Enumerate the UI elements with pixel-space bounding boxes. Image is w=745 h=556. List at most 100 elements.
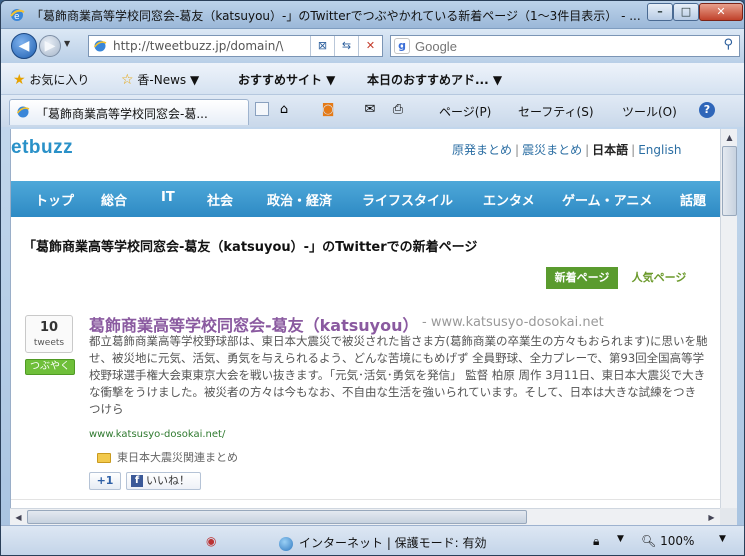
separator: | <box>515 143 520 157</box>
refresh-icon[interactable]: ⇆ <box>334 36 358 56</box>
privacy-icon[interactable]: ◉ <box>206 534 216 548</box>
scroll-left-icon[interactable]: ◀ <box>10 509 27 526</box>
tab-page-icon <box>16 106 30 118</box>
category-politics[interactable]: 政治・経済 <box>267 190 332 209</box>
separator: | <box>631 143 636 157</box>
vertical-scroll-thumb[interactable] <box>722 146 737 216</box>
rss-icon[interactable]: ◙ <box>319 101 337 119</box>
star-icon: ★ <box>13 72 26 88</box>
category-society[interactable]: 社会 <box>207 190 233 209</box>
category-game-anime[interactable]: ゲーム・アニメ <box>562 190 652 209</box>
search-icon[interactable]: ⚲ <box>723 37 733 52</box>
globe-icon <box>279 536 293 551</box>
entry-divider <box>11 499 720 500</box>
horizontal-scrollbar[interactable]: ◀ ▶ <box>10 508 720 525</box>
category-entertainment[interactable]: エンタメ <box>483 190 535 209</box>
tweet-count: 10 <box>39 320 59 335</box>
category-topics[interactable]: 話題 <box>680 190 706 209</box>
separator: | <box>585 143 590 157</box>
recent-pages-dropdown[interactable]: ▼ <box>64 39 70 48</box>
site-logo[interactable]: etbuzz <box>11 137 73 159</box>
maximize-icon: □ <box>680 5 692 18</box>
entry-tag[interactable]: 東日本大震災関連まとめ <box>97 449 238 465</box>
search-box[interactable]: g ⚲ <box>390 35 740 57</box>
fav-item-label: 本日のおすすめアド... ▼ <box>367 73 503 87</box>
maximize-button[interactable]: □ <box>673 3 699 21</box>
security-zone[interactable]: インターネット | 保護モード: 有効 <box>279 534 487 551</box>
page-content: etbuzz 原発まとめ | 震災まとめ | 日本語 | English トップ 総合 IT… <box>10 129 720 508</box>
folder-icon <box>97 453 111 463</box>
category-nav: トップ 総合 IT 社会 政治・経済 ライフスタイル エンタメ ゲーム・アニメ … <box>11 181 720 217</box>
mail-icon[interactable]: ✉ <box>361 101 379 119</box>
tweet-count-unit: tweets <box>33 338 65 348</box>
fav-item-label: おすすめサイト ▼ <box>238 73 336 87</box>
lang-english[interactable]: English <box>638 143 681 157</box>
google-plus-one-button[interactable]: +1 <box>89 472 121 490</box>
svg-text:e: e <box>14 12 20 22</box>
back-arrow-icon: ◀ <box>18 38 30 54</box>
stop-icon[interactable]: ✕ <box>358 36 382 56</box>
fav-item-recommended[interactable]: おすすめサイト ▼ <box>238 71 335 88</box>
fav-item-label: 香-News ▼ <box>137 73 200 87</box>
window-title: 「葛飾商業高等学校同窓会-葛友（katsuyou）-」のTwitterでつぶやか… <box>31 9 641 23</box>
new-tab-button[interactable] <box>255 102 269 116</box>
tools-menu[interactable]: ツール(O) <box>622 103 677 120</box>
favorites-button[interactable]: ★ お気に入り <box>13 71 89 88</box>
entry-description: 都立葛飾商業高等学校野球部は、東日本大震災で被災された皆さま方(葛飾商業の卒業生… <box>89 334 708 416</box>
entry-source-url[interactable]: www.katsusyo-dosokai.net/ <box>89 429 225 440</box>
page-icon <box>93 40 107 52</box>
zoom-dropdown[interactable]: ▼ <box>719 534 726 544</box>
tab-popular-pages[interactable]: 人気ページ <box>623 267 695 289</box>
minimize-icon: – <box>657 5 663 18</box>
favorites-bar: ★ お気に入り ☆ 香-News ▼ おすすめサイト ▼ 本日のおすすめアド..… <box>1 63 744 95</box>
entry-tag-label: 東日本大震災関連まとめ <box>117 451 238 464</box>
close-button[interactable]: ✕ <box>699 3 743 21</box>
print-icon[interactable]: ⎙ <box>389 101 407 119</box>
lock-icon[interactable]: 🔒︎ <box>593 534 599 549</box>
vertical-scrollbar[interactable]: ▲ <box>720 129 737 508</box>
scroll-up-icon[interactable]: ▲ <box>721 129 738 146</box>
tweet-button[interactable]: つぶやく <box>25 359 75 375</box>
horizontal-scroll-thumb[interactable] <box>27 510 527 524</box>
zoom-control[interactable]: 🔍︎ 100% <box>641 534 694 548</box>
navigation-bar: ◀ ▶ ▼ http://tweetbuzz.jp/domain/\ ⊠ ⇆ ✕… <box>1 29 744 63</box>
link-quake-recap[interactable]: 震災まとめ <box>522 143 582 157</box>
tab-new-pages[interactable]: 新着ページ <box>546 267 618 289</box>
compat-view-icon[interactable]: ⊠ <box>310 36 334 56</box>
scroll-right-icon[interactable]: ▶ <box>703 509 720 526</box>
page-menu[interactable]: ページ(P) <box>439 103 491 120</box>
help-icon[interactable]: ? <box>699 102 715 118</box>
favorites-label: お気に入り <box>29 73 90 87</box>
add-favorite-icon: ☆ <box>121 72 134 88</box>
fav-item-news[interactable]: ☆ 香-News ▼ <box>121 71 199 88</box>
forward-arrow-icon: ▶ <box>44 38 56 54</box>
link-nuclear-recap[interactable]: 原発まとめ <box>452 143 512 157</box>
forward-button[interactable]: ▶ <box>39 35 61 57</box>
close-icon: ✕ <box>716 5 726 18</box>
search-input[interactable] <box>415 38 675 54</box>
minimize-button[interactable]: – <box>647 3 673 21</box>
ie-icon: e <box>10 9 25 22</box>
top-links: 原発まとめ | 震災まとめ | 日本語 | English <box>452 141 682 158</box>
facebook-like-button[interactable]: f いいね！ <box>126 472 201 490</box>
protected-mode-dropdown[interactable]: ▼ <box>617 534 624 544</box>
lang-japanese: 日本語 <box>592 143 629 157</box>
home-icon[interactable]: ⌂ <box>275 101 293 119</box>
tweet-counter[interactable]: 10 tweets <box>25 315 73 353</box>
url-text[interactable]: http://tweetbuzz.jp/domain/\ <box>113 39 313 53</box>
category-top[interactable]: トップ <box>35 190 74 209</box>
category-general[interactable]: 総合 <box>101 190 127 209</box>
fav-item-today[interactable]: 本日のおすすめアド... ▼ <box>367 71 502 88</box>
back-button[interactable]: ◀ <box>11 33 37 59</box>
title-bar: e 「葛飾商業高等学校同窓会-葛友（katsuyou）-」のTwitterでつぶ… <box>1 1 744 29</box>
zoom-level: 100% <box>660 534 695 548</box>
address-bar[interactable]: http://tweetbuzz.jp/domain/\ ⊠ ⇆ ✕ <box>88 35 383 57</box>
tab-current[interactable]: 「葛飾商業高等学校同窓会-葛... <box>9 99 249 125</box>
safety-menu[interactable]: セーフティ(S) <box>518 103 594 120</box>
category-lifestyle[interactable]: ライフスタイル <box>362 190 453 209</box>
status-bar: ◉ インターネット | 保護モード: 有効 🔒︎ ▼ 🔍︎ 100% ▼ <box>1 525 744 555</box>
google-icon: g <box>394 38 410 54</box>
entry-domain: - www.katsusyo-dosokai.net <box>422 315 604 330</box>
security-zone-label: インターネット | 保護モード: 有効 <box>299 536 487 550</box>
category-it[interactable]: IT <box>161 190 175 205</box>
